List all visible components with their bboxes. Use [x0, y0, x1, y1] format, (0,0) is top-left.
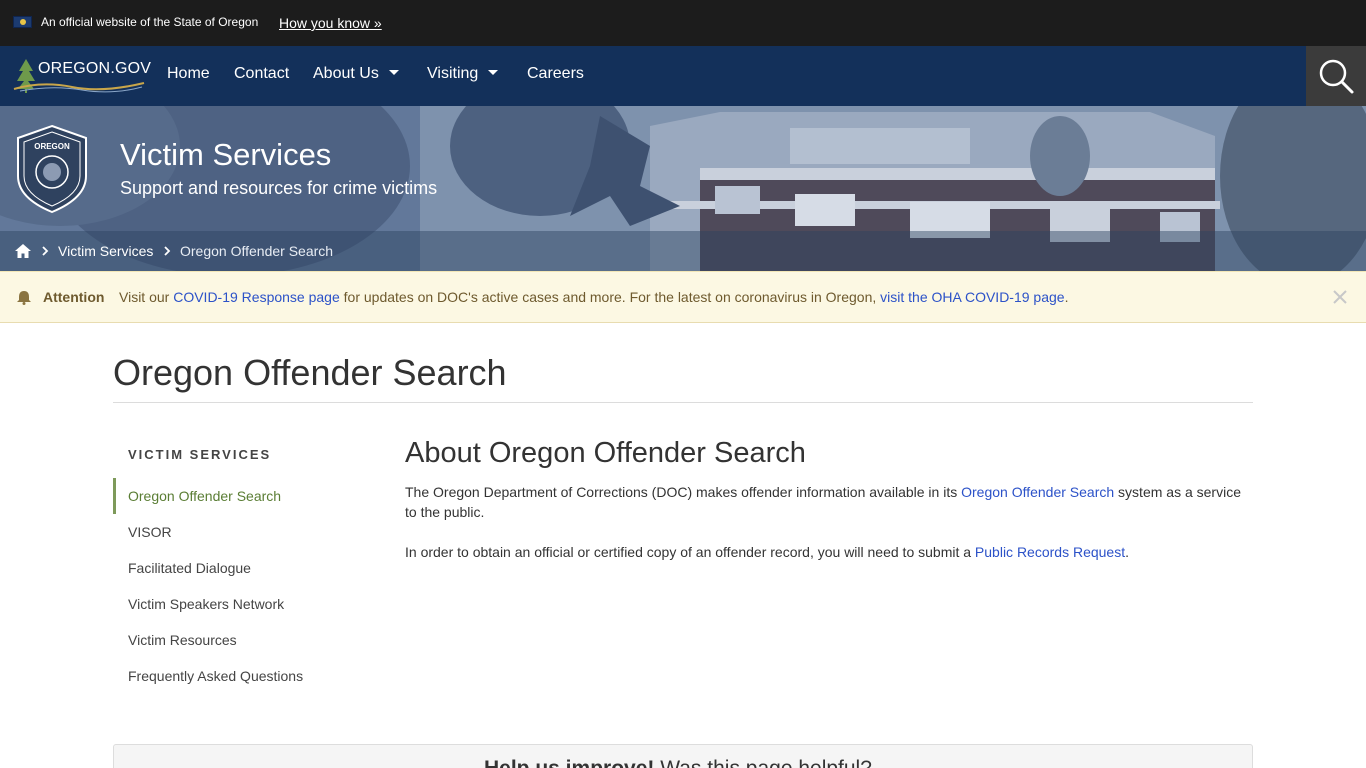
seal-top-text: OREGON	[34, 142, 70, 151]
oregon-offender-search-link[interactable]: Oregon Offender Search	[961, 484, 1114, 500]
nav-careers[interactable]: Careers	[527, 65, 584, 83]
content-title: About Oregon Offender Search	[405, 437, 806, 469]
alert-text-part: for updates on DOC's active cases and mo…	[339, 289, 881, 305]
logo-text: OREGON.GOV	[38, 60, 152, 77]
feedback-question: Was this page helpful?	[654, 757, 872, 768]
chevron-down-icon	[388, 70, 399, 76]
paragraph-text: The Oregon Department of Corrections (DO…	[405, 484, 962, 500]
title-divider	[113, 402, 1253, 403]
sidebar-item-victim-speakers-network[interactable]: Victim Speakers Network	[128, 596, 284, 612]
sidebar-item-faq[interactable]: Frequently Asked Questions	[128, 668, 303, 684]
public-records-request-link[interactable]: Public Records Request	[975, 544, 1125, 560]
oha-covid-link[interactable]: visit the OHA COVID-19 page	[880, 289, 1064, 305]
oregon-flag-icon	[13, 16, 32, 28]
content-paragraph-2: In order to obtain an official or certif…	[405, 542, 1253, 562]
logo-swoosh-icon	[13, 82, 145, 93]
sidebar-active-marker	[113, 478, 116, 514]
official-banner-text: An official website of the State of Oreg…	[41, 15, 259, 29]
feedback-prompt: Help us improve! Was this page helpful?	[484, 757, 872, 768]
oregon-gov-logo[interactable]: OREGON.GOV	[12, 57, 151, 95]
nav-home[interactable]: Home	[167, 65, 210, 83]
sidebar-item-victim-resources[interactable]: Victim Resources	[128, 632, 237, 648]
content-paragraph-1: The Oregon Department of Corrections (DO…	[405, 482, 1253, 522]
search-button[interactable]	[1306, 46, 1366, 106]
chevron-right-icon	[164, 246, 171, 256]
chevron-down-icon	[488, 70, 499, 76]
sidebar-item-oregon-offender-search[interactable]: Oregon Offender Search	[128, 488, 281, 504]
paragraph-text: .	[1125, 544, 1129, 560]
chevron-right-icon	[42, 246, 49, 256]
breadcrumb-current: Oregon Offender Search	[180, 243, 334, 259]
department-of-corrections-seal: OREGON	[17, 124, 87, 214]
page-title: Oregon Offender Search	[113, 352, 507, 393]
breadcrumb-victim-services[interactable]: Victim Services	[58, 243, 153, 259]
main-navbar: OREGON.GOV Home Contact About Us Visitin…	[0, 46, 1366, 106]
alert-message: Visit our COVID-19 Response page for upd…	[119, 289, 1068, 305]
nav-visiting-label: Visiting	[427, 65, 479, 82]
home-icon[interactable]	[15, 244, 31, 258]
alert-text-part: .	[1064, 289, 1069, 305]
alert-text-part: Visit our	[119, 289, 174, 305]
nav-about-us-label: About Us	[313, 65, 379, 82]
sidebar-item-facilitated-dialogue[interactable]: Facilitated Dialogue	[128, 560, 251, 576]
paragraph-text: In order to obtain an official or certif…	[405, 544, 975, 560]
breadcrumb: Victim Services Oregon Offender Search	[0, 231, 1366, 271]
alert-label: Attention	[43, 289, 105, 305]
official-banner: An official website of the State of Oreg…	[0, 0, 1366, 46]
how-you-know-link[interactable]: How you know »	[279, 15, 382, 31]
sidebar-item-visor[interactable]: VISOR	[128, 524, 172, 540]
nav-about-us[interactable]: About Us	[313, 65, 399, 83]
feedback-panel: Help us improve! Was this page helpful?	[113, 744, 1253, 768]
search-icon	[1319, 59, 1354, 94]
feedback-bold: Help us improve!	[484, 757, 654, 768]
sidebar-heading: VICTIM SERVICES	[128, 447, 272, 462]
nav-visiting[interactable]: Visiting	[427, 65, 499, 83]
hero-banner: OREGON Victim Services Support and resou…	[0, 106, 1366, 271]
hero-title: Victim Services	[120, 137, 332, 172]
bell-icon	[17, 291, 31, 305]
hero-subtitle: Support and resources for crime victims	[120, 178, 438, 198]
covid-response-link[interactable]: COVID-19 Response page	[173, 289, 340, 305]
attention-alert: Attention Visit our COVID-19 Response pa…	[0, 271, 1366, 323]
close-icon[interactable]	[1331, 288, 1349, 306]
nav-contact[interactable]: Contact	[234, 65, 289, 83]
